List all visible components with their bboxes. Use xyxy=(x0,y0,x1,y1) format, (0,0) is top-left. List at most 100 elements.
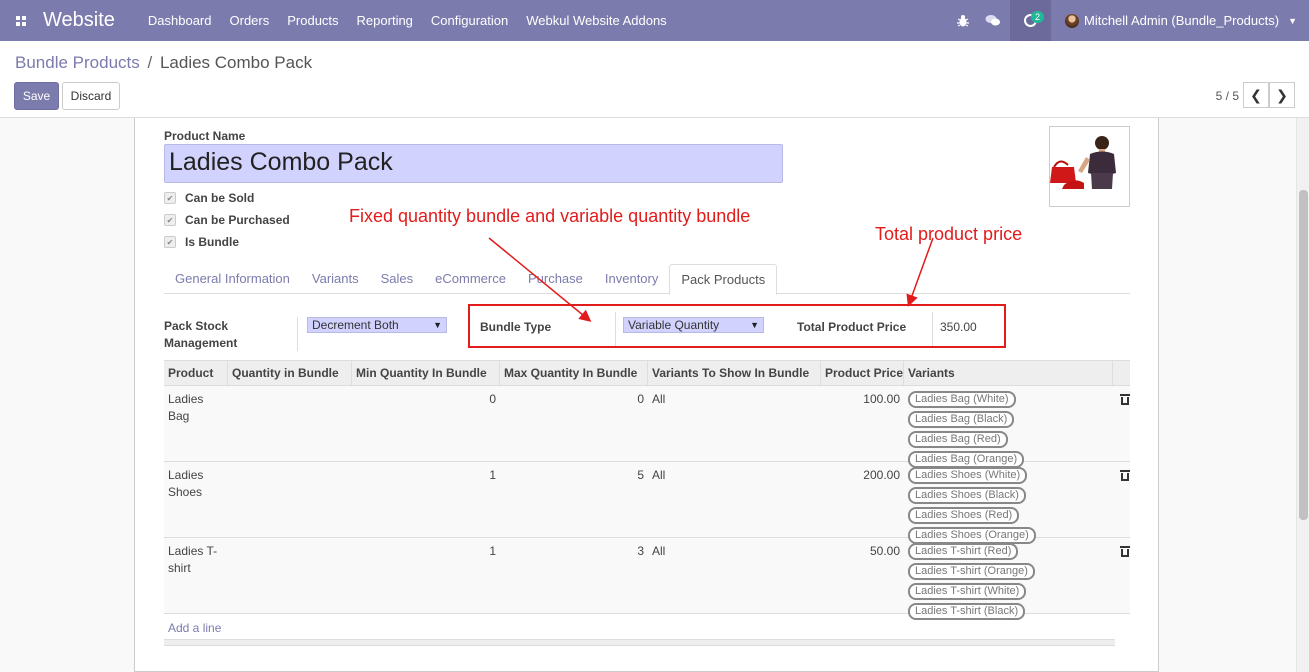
is-bundle-checkbox[interactable]: ✔ Is Bundle xyxy=(164,235,239,249)
cell-variants: Ladies Bag (White) Ladies Bag (Black) La… xyxy=(904,386,1113,468)
column-header-variants[interactable]: Variants xyxy=(904,361,1113,385)
checkmark-icon: ✔ xyxy=(164,214,176,226)
product-image[interactable] xyxy=(1049,126,1130,207)
apps-icon[interactable] xyxy=(0,0,42,41)
tab-sales[interactable]: Sales xyxy=(370,264,425,293)
cell-max-quantity: 0 xyxy=(637,392,644,406)
table-row[interactable]: Ladies Bag 0 0 All 100.00 Ladies Bag (Wh… xyxy=(164,386,1130,468)
cell-min-quantity: 1 xyxy=(489,544,496,558)
cell-max-quantity: 5 xyxy=(637,468,644,482)
pager-next-button[interactable]: ❯ xyxy=(1269,82,1295,108)
navbar-systray: 2 Mitchell Admin (Bundle_Products) ▼ xyxy=(948,0,1309,41)
menu-webkul-addons[interactable]: Webkul Website Addons xyxy=(517,0,675,41)
add-line-link[interactable]: Add a line xyxy=(168,621,221,635)
cell-product-price: 100.00 xyxy=(863,392,900,406)
form-scroll-area: Product Name Ladies Combo Pack ✔ Can be … xyxy=(0,118,1309,672)
breadcrumb-separator: / xyxy=(147,53,153,72)
cell-product: Ladies Bag xyxy=(168,392,204,423)
variant-tag[interactable]: Ladies Shoes (Black) xyxy=(908,487,1026,504)
variant-tag[interactable]: Ladies Shoes (White) xyxy=(908,467,1028,484)
table-row[interactable]: Ladies T-shirt 1 3 All 50.00 Ladies T-sh… xyxy=(164,538,1130,620)
bug-icon[interactable] xyxy=(948,0,978,41)
menu-reporting[interactable]: Reporting xyxy=(348,0,422,41)
cell-variants: Ladies Shoes (White) Ladies Shoes (Black… xyxy=(904,462,1113,544)
user-name: Mitchell Admin (Bundle_Products) xyxy=(1083,13,1280,28)
scrollbar-thumb[interactable] xyxy=(1299,190,1308,520)
table-header: Product Quantity in Bundle Min Quantity … xyxy=(164,360,1130,386)
can-be-sold-checkbox[interactable]: ✔ Can be Sold xyxy=(164,191,254,205)
column-header-min-quantity[interactable]: Min Quantity In Bundle xyxy=(352,361,500,385)
menu-dashboard[interactable]: Dashboard xyxy=(139,0,221,41)
can-be-purchased-checkbox[interactable]: ✔ Can be Purchased xyxy=(164,213,290,227)
trash-icon xyxy=(1120,546,1130,557)
cell-variants-to-show: All xyxy=(652,468,666,482)
pack-stock-value: Decrement Both xyxy=(312,318,399,332)
activity-count-badge: 2 xyxy=(1030,11,1044,23)
column-header-quantity[interactable]: Quantity in Bundle xyxy=(228,361,352,385)
control-panel: Bundle Products / Ladies Combo Pack Save… xyxy=(0,41,1309,118)
menu-orders[interactable]: Orders xyxy=(221,0,279,41)
cell-product: Ladies T-shirt xyxy=(168,544,218,575)
cell-product-price: 200.00 xyxy=(863,468,900,482)
activity-button[interactable]: 2 xyxy=(1009,0,1051,41)
cell-quantity xyxy=(228,386,352,461)
variant-tag[interactable]: Ladies T-shirt (Black) xyxy=(908,603,1026,620)
checkmark-icon: ✔ xyxy=(164,192,176,204)
cell-max-quantity: 3 xyxy=(637,544,644,558)
pager-value: 5 / 5 xyxy=(1215,89,1239,103)
column-header-product-price[interactable]: Product Price xyxy=(821,361,904,385)
tab-general-information[interactable]: General Information xyxy=(164,264,301,293)
avatar xyxy=(1064,13,1079,28)
cell-variants-to-show: All xyxy=(652,392,666,406)
save-button[interactable]: Save xyxy=(14,82,59,110)
delete-row-button[interactable] xyxy=(1113,462,1130,537)
app-brand[interactable]: Website xyxy=(43,9,115,32)
total-price-value: 350.00 xyxy=(940,320,977,334)
variant-tag[interactable]: Ladies Bag (White) xyxy=(908,391,1016,408)
product-name-input[interactable]: Ladies Combo Pack xyxy=(164,144,783,183)
dropdown-arrow-icon: ▼ xyxy=(750,320,759,330)
cell-quantity xyxy=(228,462,352,537)
column-header-product[interactable]: Product xyxy=(164,361,228,385)
breadcrumb-parent[interactable]: Bundle Products xyxy=(15,53,140,72)
bundle-type-select[interactable]: Variable Quantity ▼ xyxy=(623,317,764,333)
table-row[interactable]: Ladies Shoes 1 5 All 200.00 Ladies Shoes… xyxy=(164,462,1130,544)
pager-previous-button[interactable]: ❮ xyxy=(1243,82,1269,108)
variant-tag[interactable]: Ladies Shoes (Red) xyxy=(908,507,1020,524)
dropdown-arrow-icon: ▼ xyxy=(433,320,442,330)
column-header-variants-to-show[interactable]: Variants To Show In Bundle xyxy=(648,361,821,385)
field-separator xyxy=(615,312,616,346)
page-scrollbar[interactable] xyxy=(1296,118,1309,672)
chevron-left-icon: ❮ xyxy=(1250,86,1262,103)
trash-icon xyxy=(1120,394,1130,405)
variant-tag[interactable]: Ladies Bag (Red) xyxy=(908,431,1008,448)
column-header-max-quantity[interactable]: Max Quantity In Bundle xyxy=(500,361,648,385)
menu-configuration[interactable]: Configuration xyxy=(422,0,517,41)
caret-down-icon: ▼ xyxy=(1288,15,1297,26)
can-be-sold-label: Can be Sold xyxy=(185,191,255,205)
variant-tag[interactable]: Ladies T-shirt (White) xyxy=(908,583,1027,600)
form-sheet: Product Name Ladies Combo Pack ✔ Can be … xyxy=(134,118,1159,672)
field-separator xyxy=(297,317,298,351)
annotation-bundle-note: Fixed quantity bundle and variable quant… xyxy=(349,206,751,226)
bundle-type-label: Bundle Type xyxy=(480,320,552,334)
user-menu[interactable]: Mitchell Admin (Bundle_Products) ▼ xyxy=(1051,13,1309,28)
cell-product: Ladies Shoes xyxy=(168,468,204,499)
cell-variants: Ladies T-shirt (Red) Ladies T-shirt (Ora… xyxy=(904,538,1113,620)
variant-tag[interactable]: Ladies Bag (Black) xyxy=(908,411,1015,428)
discard-button[interactable]: Discard xyxy=(62,82,120,110)
cell-min-quantity: 1 xyxy=(489,468,496,482)
menu-products[interactable]: Products xyxy=(278,0,347,41)
tab-variants[interactable]: Variants xyxy=(301,264,370,293)
variant-tag[interactable]: Ladies T-shirt (Red) xyxy=(908,543,1019,560)
pack-stock-label: Pack Stock Management xyxy=(164,319,238,350)
bundle-type-value: Variable Quantity xyxy=(628,318,720,332)
chat-icon[interactable] xyxy=(978,0,1008,41)
pack-stock-select[interactable]: Decrement Both ▼ xyxy=(307,317,447,333)
field-separator xyxy=(932,312,933,346)
variant-tag[interactable]: Ladies T-shirt (Orange) xyxy=(908,563,1035,580)
delete-row-button[interactable] xyxy=(1113,538,1130,613)
breadcrumb: Bundle Products / Ladies Combo Pack xyxy=(15,53,312,73)
is-bundle-label: Is Bundle xyxy=(185,235,240,249)
delete-row-button[interactable] xyxy=(1113,386,1130,461)
